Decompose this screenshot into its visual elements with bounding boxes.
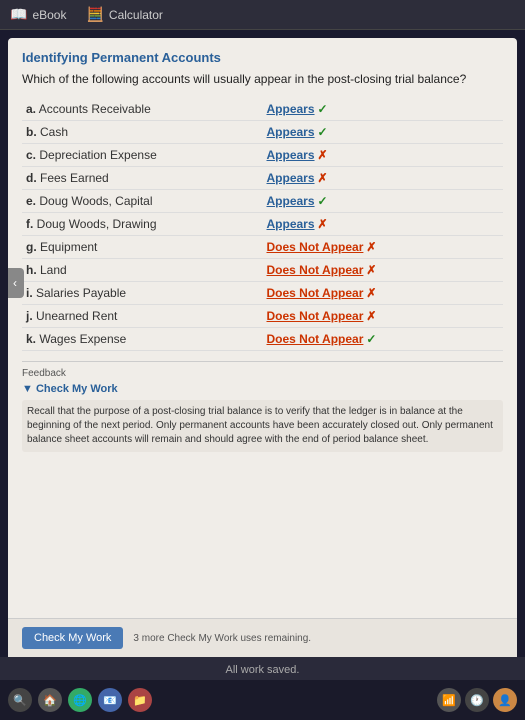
table-row: i. Salaries PayableDoes Not Appear✗ [22, 281, 503, 304]
ebook-tab[interactable]: 📖 eBook [10, 6, 66, 23]
uses-remaining-text: 3 more Check My Work uses remaining. [133, 633, 311, 644]
account-label: c. Depreciation Expense [22, 143, 263, 166]
account-answer[interactable]: Does Not Appear✗ [263, 281, 504, 304]
table-row: h. LandDoes Not Appear✗ [22, 258, 503, 281]
feedback-text: Recall that the purpose of a post-closin… [22, 400, 503, 452]
taskbar-wifi-icon[interactable]: 📶 [437, 688, 461, 712]
account-label: a. Accounts Receivable [22, 98, 263, 121]
ebook-label: eBook [32, 8, 66, 22]
ebook-icon: 📖 [10, 6, 27, 23]
taskbar-right: 📶 🕐 👤 [437, 688, 517, 712]
table-row: f. Doug Woods, DrawingAppears✗ [22, 212, 503, 235]
account-answer[interactable]: Appears✗ [263, 166, 504, 189]
account-label: e. Doug Woods, Capital [22, 189, 263, 212]
answers-table: a. Accounts ReceivableAppears✓b. CashApp… [22, 98, 503, 351]
bottom-bar: Check My Work 3 more Check My Work uses … [8, 618, 517, 657]
taskbar: 🔍 🏠 🌐 📧 📁 📶 🕐 👤 [0, 680, 525, 720]
saved-text: All work saved. [226, 664, 300, 676]
account-label: g. Equipment [22, 235, 263, 258]
nav-back-arrow[interactable]: ‹ [8, 268, 24, 298]
table-row: c. Depreciation ExpenseAppears✗ [22, 143, 503, 166]
table-row: k. Wages ExpenseDoes Not Appear✓ [22, 327, 503, 350]
taskbar-clock-icon[interactable]: 🕐 [465, 688, 489, 712]
check-my-work-button[interactable]: Check My Work [22, 627, 123, 649]
taskbar-app1-icon[interactable]: 🌐 [68, 688, 92, 712]
account-label: h. Land [22, 258, 263, 281]
account-answer[interactable]: Appears✗ [263, 212, 504, 235]
account-answer[interactable]: Appears✓ [263, 120, 504, 143]
account-label: i. Salaries Payable [22, 281, 263, 304]
taskbar-home-icon[interactable]: 🏠 [38, 688, 62, 712]
feedback-label: Feedback [22, 368, 503, 379]
taskbar-finder-icon[interactable]: 🔍 [8, 688, 32, 712]
account-answer[interactable]: Does Not Appear✓ [263, 327, 504, 350]
account-label: f. Doug Woods, Drawing [22, 212, 263, 235]
question-text: Which of the following accounts will usu… [22, 71, 503, 88]
calculator-tab[interactable]: 🧮 Calculator [86, 6, 162, 23]
calculator-label: Calculator [109, 8, 163, 22]
table-row: j. Unearned RentDoes Not Appear✗ [22, 304, 503, 327]
saved-bar: All work saved. [0, 657, 525, 680]
account-label: b. Cash [22, 120, 263, 143]
account-answer[interactable]: Appears✓ [263, 189, 504, 212]
main-content: ‹ Identifying Permanent Accounts Which o… [8, 38, 517, 618]
account-answer[interactable]: Does Not Appear✗ [263, 304, 504, 327]
account-answer[interactable]: Appears✓ [263, 98, 504, 121]
account-answer[interactable]: Does Not Appear✗ [263, 258, 504, 281]
taskbar-user-icon[interactable]: 👤 [493, 688, 517, 712]
taskbar-app3-icon[interactable]: 📁 [128, 688, 152, 712]
account-label: j. Unearned Rent [22, 304, 263, 327]
account-answer[interactable]: Appears✗ [263, 143, 504, 166]
table-row: a. Accounts ReceivableAppears✓ [22, 98, 503, 121]
top-bar: 📖 eBook 🧮 Calculator [0, 0, 525, 30]
check-my-work-toggle[interactable]: ▼ Check My Work [22, 383, 503, 395]
taskbar-app2-icon[interactable]: 📧 [98, 688, 122, 712]
section-title: Identifying Permanent Accounts [22, 50, 503, 65]
table-row: b. CashAppears✓ [22, 120, 503, 143]
taskbar-left: 🔍 🏠 🌐 📧 📁 [8, 688, 152, 712]
table-row: d. Fees EarnedAppears✗ [22, 166, 503, 189]
table-row: g. EquipmentDoes Not Appear✗ [22, 235, 503, 258]
account-label: d. Fees Earned [22, 166, 263, 189]
table-row: e. Doug Woods, CapitalAppears✓ [22, 189, 503, 212]
calculator-icon: 🧮 [86, 6, 103, 23]
account-label: k. Wages Expense [22, 327, 263, 350]
feedback-section: Feedback ▼ Check My Work Recall that the… [22, 361, 503, 452]
account-answer[interactable]: Does Not Appear✗ [263, 235, 504, 258]
